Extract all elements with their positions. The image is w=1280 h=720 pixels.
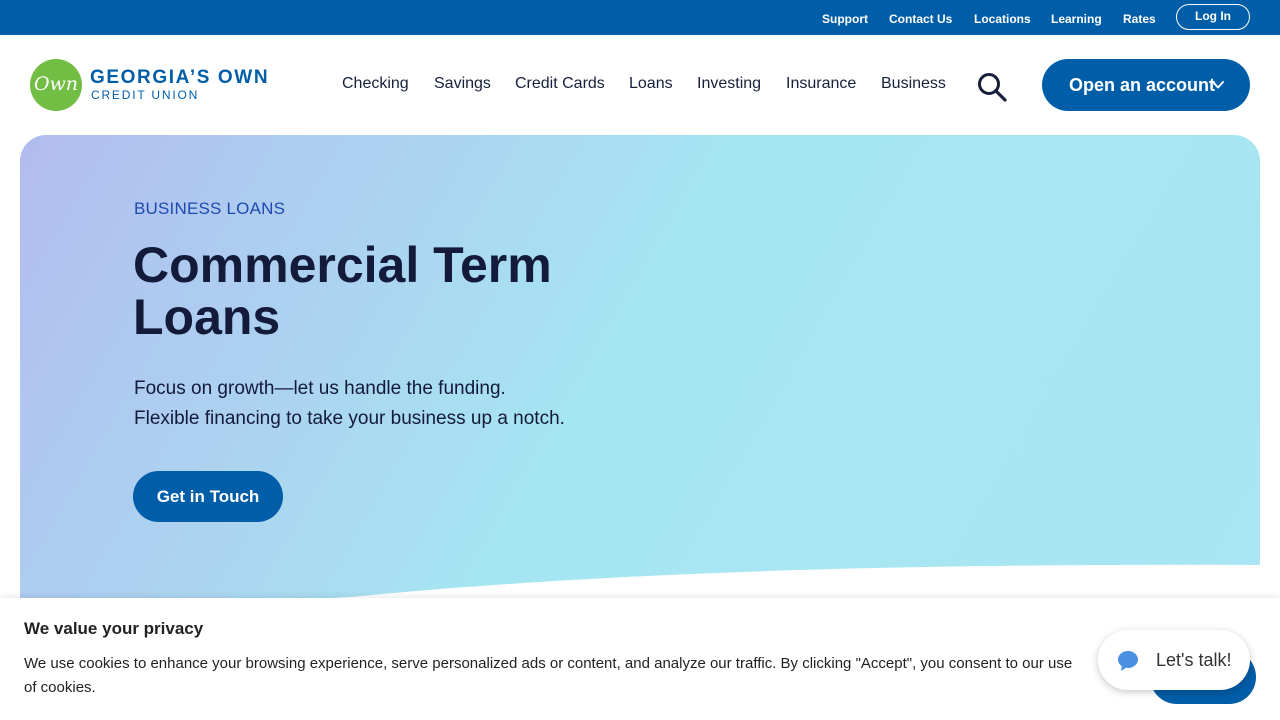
get-in-touch-button[interactable]: Get in Touch bbox=[133, 471, 283, 522]
hero-subtitle-line-1: Focus on growth—let us handle the fundin… bbox=[134, 378, 506, 399]
nav-item-checking[interactable]: Checking bbox=[342, 75, 409, 93]
logo-subname: CREDIT UNION bbox=[91, 88, 200, 102]
logo-mark: Own bbox=[30, 59, 82, 111]
nav-item-loans[interactable]: Loans bbox=[629, 75, 673, 93]
hero-subtitle: Focus on growth—let us handle the fundin… bbox=[134, 374, 565, 434]
hero-section: BUSINESS LOANS Commercial Term Loans Foc… bbox=[20, 135, 1260, 615]
nav-item-insurance[interactable]: Insurance bbox=[786, 75, 856, 93]
utility-link-locations[interactable]: Locations bbox=[974, 12, 1031, 26]
hero-eyebrow: BUSINESS LOANS bbox=[134, 199, 286, 218]
open-account-button[interactable]: Open an account bbox=[1042, 59, 1250, 111]
utility-link-learning[interactable]: Learning bbox=[1051, 12, 1102, 26]
nav-item-business[interactable]: Business bbox=[881, 75, 946, 93]
log-in-button[interactable]: Log In bbox=[1176, 4, 1250, 30]
cookie-banner-text: We use cookies to enhance your browsing … bbox=[24, 655, 1073, 696]
site-header: Own GEORGIA’S OWN CREDIT UNION Checking … bbox=[0, 35, 1280, 135]
open-account-label: Open an account bbox=[1069, 75, 1216, 95]
cookie-banner: We value your privacy We use cookies to … bbox=[0, 598, 1280, 720]
logo-name: GEORGIA’S OWN bbox=[90, 67, 270, 88]
chevron-down-icon bbox=[1212, 81, 1224, 89]
nav-item-savings[interactable]: Savings bbox=[434, 75, 491, 93]
utility-bar: Support Contact Us Locations Learning Ra… bbox=[0, 0, 1280, 35]
chat-prompt-bubble[interactable]: Let's talk! bbox=[1098, 630, 1250, 690]
utility-link-support[interactable]: Support bbox=[822, 12, 868, 26]
page-title: Commercial Term Loans bbox=[133, 237, 552, 345]
chat-bubble-icon bbox=[1118, 651, 1138, 671]
cookie-banner-title: We value your privacy bbox=[24, 619, 204, 638]
chat-label: Let's talk! bbox=[1156, 650, 1232, 670]
hero-subtitle-line-2: Flexible financing to take your business… bbox=[134, 408, 565, 429]
search-icon[interactable] bbox=[976, 71, 1008, 103]
utility-link-rates[interactable]: Rates bbox=[1123, 12, 1156, 26]
nav-item-investing[interactable]: Investing bbox=[697, 75, 761, 93]
utility-link-contact-us[interactable]: Contact Us bbox=[889, 12, 952, 26]
nav-item-credit-cards[interactable]: Credit Cards bbox=[515, 75, 605, 93]
